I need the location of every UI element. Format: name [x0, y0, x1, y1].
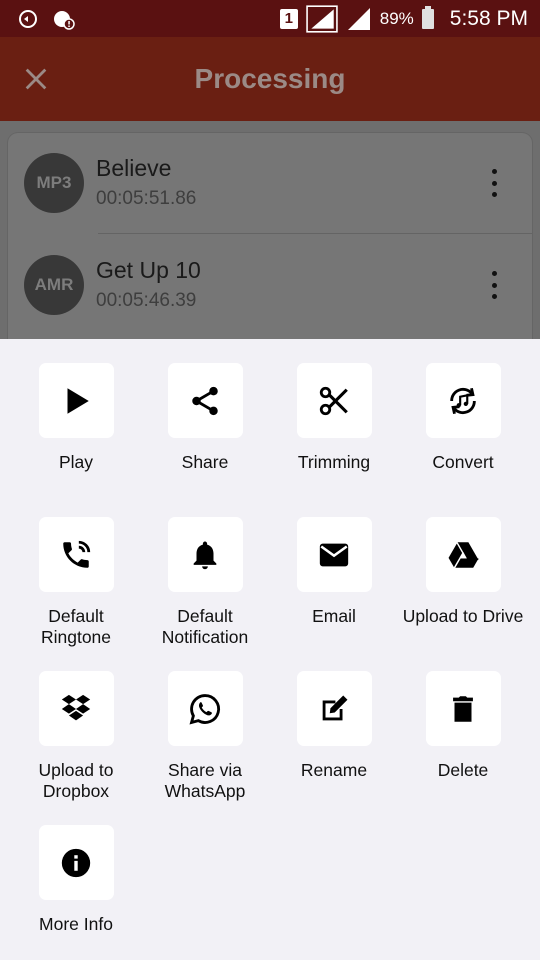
format-badge: MP3	[24, 153, 84, 213]
more-info-label: More Info	[39, 914, 113, 934]
upload-to-drive-label: Upload to Drive	[402, 606, 524, 626]
sync-icon	[19, 9, 37, 28]
list-item[interactable]: AMR Get Up 10 00:05:46.39	[8, 235, 532, 335]
share-button[interactable]: Share	[140, 363, 270, 473]
delete-button[interactable]: Delete	[398, 671, 528, 781]
edit-icon	[322, 695, 348, 720]
more-options-icon[interactable]	[490, 169, 498, 197]
file-name: Get Up 10	[96, 257, 201, 283]
battery-icon	[421, 5, 434, 29]
scissors-icon	[319, 386, 348, 415]
bell-icon	[193, 541, 217, 569]
email-button[interactable]: Email	[269, 517, 399, 627]
signal-strength-icon-2	[347, 7, 370, 30]
default-notification-button[interactable]: Default Notification	[140, 517, 270, 648]
default-ringtone-button[interactable]: Default Ringtone	[11, 517, 141, 648]
convert-music-icon	[450, 387, 476, 414]
app-bar: Processing	[0, 37, 540, 121]
file-name: Believe	[96, 155, 172, 181]
clock: 5:58 PM	[449, 6, 528, 30]
default-notification-label: Default Notification	[161, 606, 249, 647]
phone-ringing-icon	[63, 540, 91, 568]
list-item[interactable]: MP3 Believe 00:05:51.86	[8, 133, 532, 234]
convert-label: Convert	[432, 452, 494, 472]
file-list-card: MP3 Believe 00:05:51.86 AMR Get Up 10 00…	[8, 133, 532, 373]
sim-slot-badge: 1	[279, 8, 298, 29]
share-via-whatsapp-label: Share via WhatsApp	[164, 760, 246, 801]
page-title: Processing	[194, 63, 346, 94]
play-button[interactable]: Play	[11, 363, 141, 473]
file-duration: 00:05:46.39	[96, 290, 197, 311]
more-info-button[interactable]: More Info	[11, 825, 141, 935]
file-list: MP3 Believe 00:05:51.86 AMR Get Up 10 00…	[0, 121, 540, 373]
format-badge: AMR	[24, 255, 84, 315]
trash-icon	[453, 695, 473, 722]
upload-to-dropbox-label: Upload to Dropbox	[38, 760, 114, 801]
signal-strength-icon	[306, 4, 338, 33]
status-bar: 1 89% 5:58 PM	[0, 0, 540, 37]
divider	[98, 233, 532, 234]
rename-label: Rename	[300, 760, 368, 780]
default-ringtone-label: Default Ringtone	[40, 606, 112, 647]
upload-to-dropbox-button[interactable]: Upload to Dropbox	[11, 671, 141, 802]
share-icon	[192, 386, 218, 415]
battery-percent: 89%	[379, 8, 414, 28]
envelope-icon	[319, 543, 349, 566]
google-drive-icon	[448, 541, 479, 568]
upload-to-drive-button[interactable]: Upload to Drive	[398, 517, 528, 627]
share-via-whatsapp-button[interactable]: Share via WhatsApp	[140, 671, 270, 802]
play-label: Play	[58, 452, 94, 472]
email-label: Email	[312, 606, 356, 626]
play-icon	[67, 387, 89, 414]
actions-bottom-sheet: Play Share Trimming Convert Default Ring…	[0, 339, 540, 960]
share-label: Share	[181, 452, 229, 472]
rename-button[interactable]: Rename	[269, 671, 399, 781]
notification-alert-icon	[54, 10, 75, 30]
convert-button[interactable]: Convert	[398, 363, 528, 473]
delete-label: Delete	[437, 760, 489, 780]
info-icon	[61, 848, 91, 877]
trimming-label: Trimming	[297, 452, 371, 472]
more-options-icon[interactable]	[490, 271, 498, 299]
file-duration: 00:05:51.86	[96, 188, 197, 209]
dropbox-icon	[61, 694, 91, 720]
close-icon[interactable]	[22, 65, 50, 93]
whatsapp-icon	[189, 693, 220, 724]
trimming-button[interactable]: Trimming	[269, 363, 399, 473]
